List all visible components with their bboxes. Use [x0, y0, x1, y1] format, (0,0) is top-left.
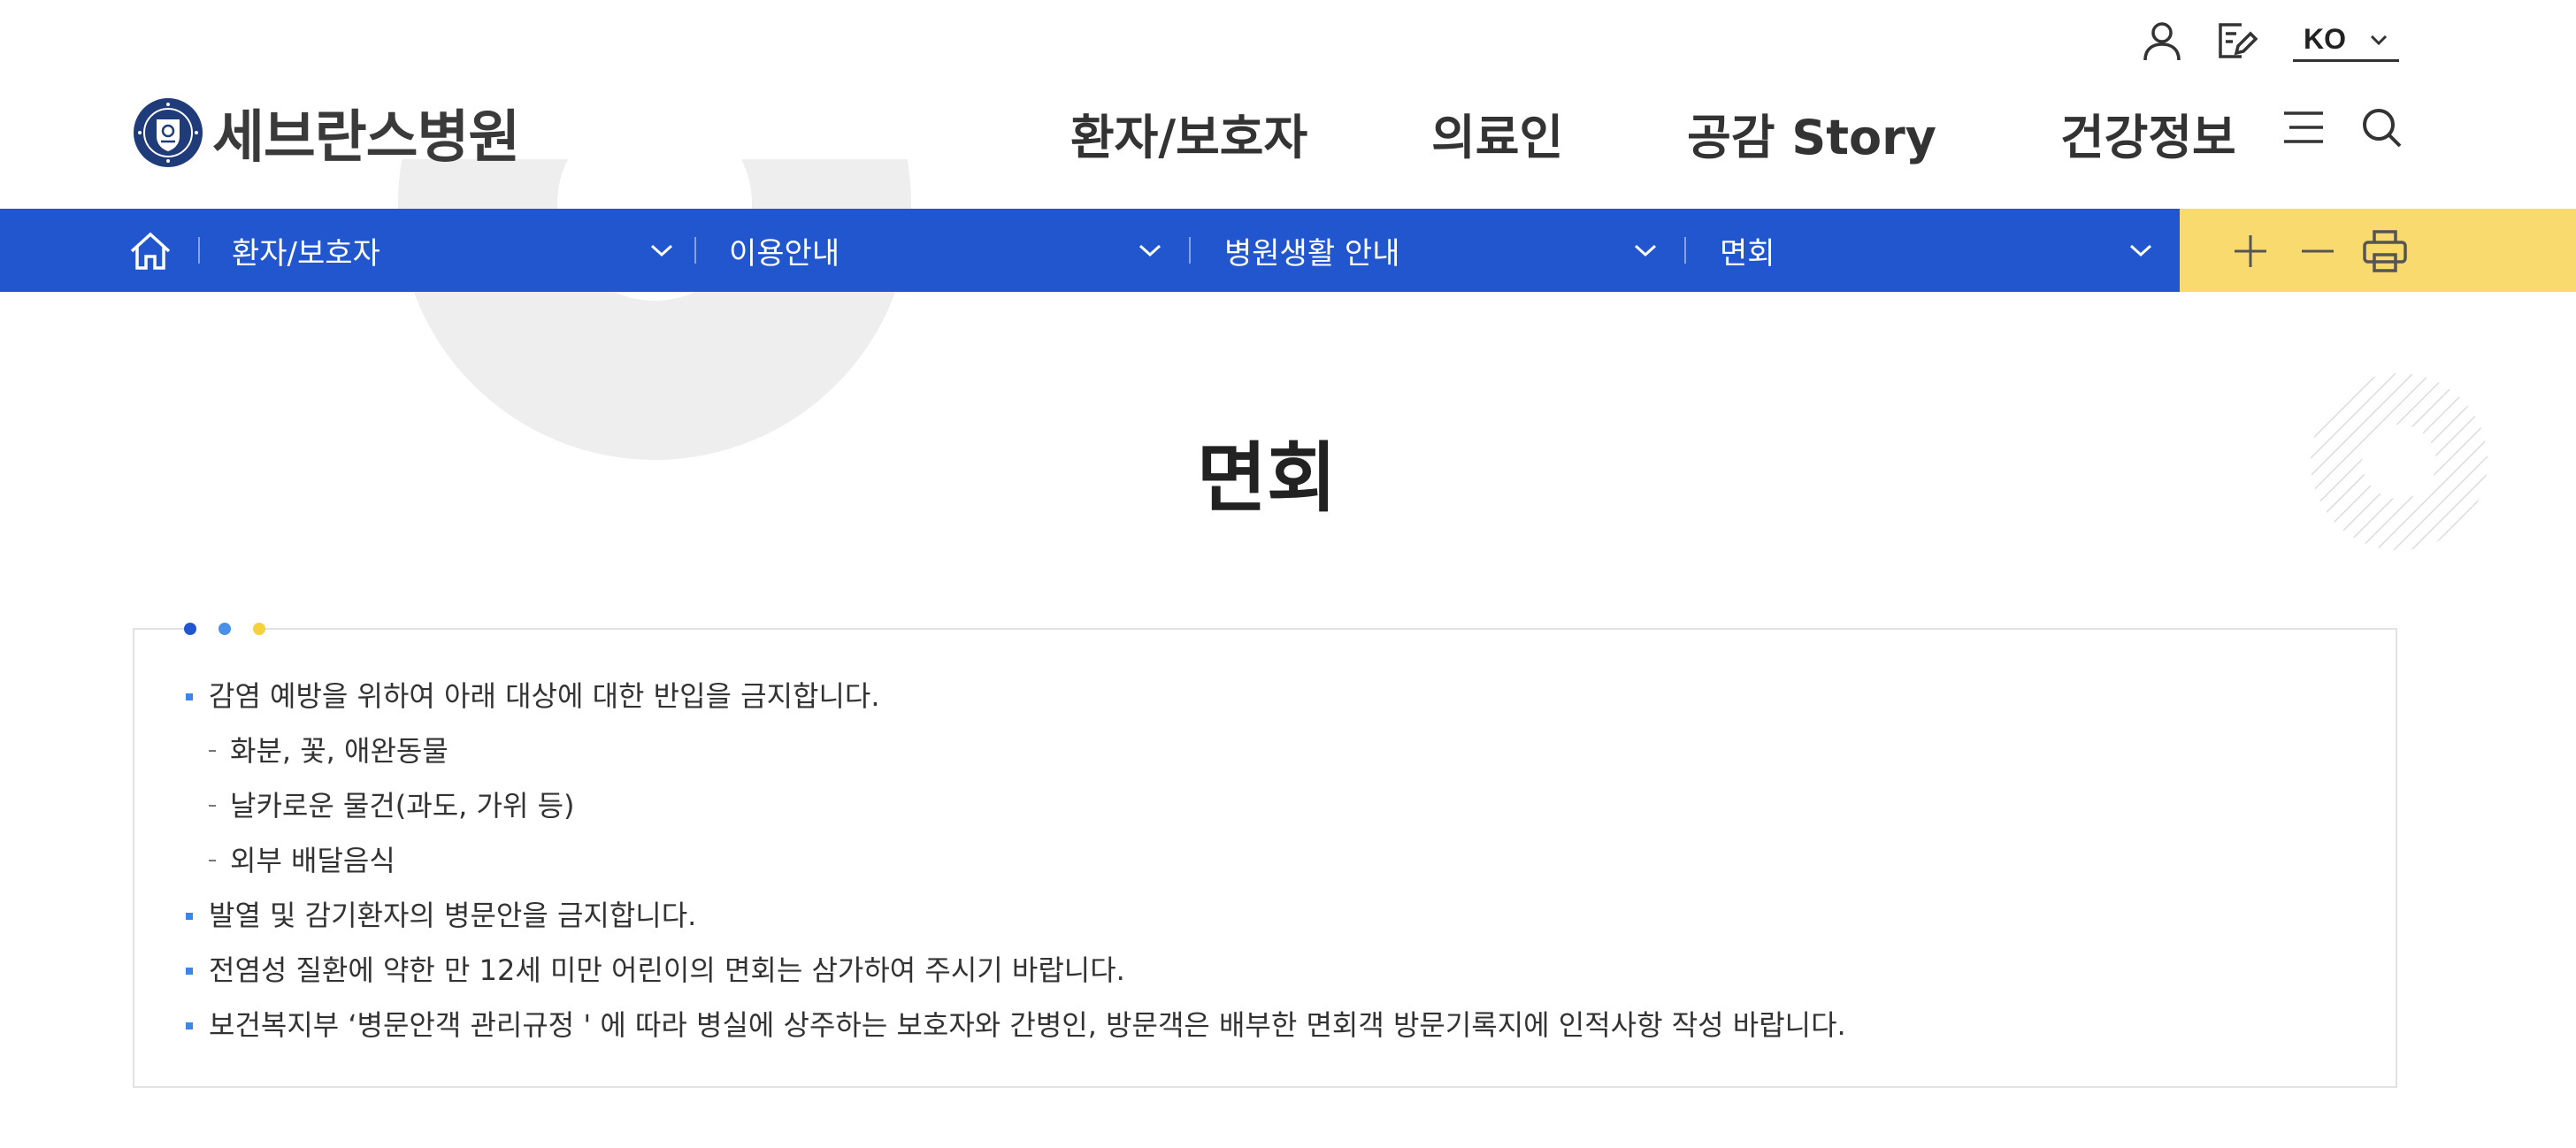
location-divider [1684, 237, 1686, 264]
list-subitem: 외부 배달음식 [186, 833, 1846, 888]
list-subitem: 날카로운 물건(과도, 가위 등) [186, 778, 1846, 833]
location-depth4[interactable]: 면회 [1720, 209, 2153, 292]
zoom-out-button[interactable] [2293, 226, 2342, 276]
main-navigation: 환자/보호자 의료인 공감 Story 건강정보 [1070, 96, 2236, 170]
nav-medical-staff[interactable]: 의료인 [1431, 98, 1563, 168]
yonsei-seal-logo [134, 98, 203, 167]
zoom-in-button[interactable] [2226, 226, 2275, 276]
language-select[interactable]: KO [2293, 19, 2399, 62]
hospital-name: 세브란스병원 [212, 105, 520, 171]
list-item: 발열 및 감기환자의 병문안을 금지합니다. [186, 888, 1846, 943]
location-depth3-label: 병원생활 안내 [1224, 235, 1400, 272]
list-item: 전염성 질환에 약한 만 12세 미만 어린이의 면회는 삼가하여 주시기 바랍… [186, 943, 1846, 998]
location-depth1[interactable]: 환자/보호자 [232, 209, 674, 292]
user-icon [2143, 22, 2181, 61]
dot-dark-blue [184, 623, 196, 635]
home-icon[interactable] [129, 232, 172, 271]
minus-icon [2302, 249, 2334, 253]
decorative-dots [184, 621, 265, 637]
nav-empathy-story[interactable]: 공감 Story [1687, 98, 1936, 168]
chevron-down-icon [2370, 34, 2388, 45]
page-tools [2180, 209, 2576, 292]
login-button[interactable] [2137, 16, 2187, 65]
search-icon[interactable] [2360, 106, 2403, 149]
location-divider [694, 237, 696, 264]
nav-patient-guardian[interactable]: 환자/보호자 [1070, 98, 1307, 168]
notice-list: 감염 예방을 위하여 아래 대상에 대한 반입을 금지합니다. 화분, 꽃, 애… [186, 669, 1846, 1052]
location-depth4-label: 면회 [1720, 235, 1775, 272]
location-depth2-label: 이용안내 [729, 235, 840, 272]
page-title: 면회 [1196, 434, 1338, 523]
dot-yellow [253, 623, 265, 635]
edit-note-icon [2219, 23, 2258, 58]
print-button[interactable] [2360, 226, 2410, 276]
header-tools [2282, 106, 2403, 149]
nav-health-info[interactable]: 건강정보 [2060, 98, 2236, 168]
location-depth2[interactable]: 이용안내 [729, 209, 1162, 292]
hospital-logo[interactable]: 세브란스병원 [133, 92, 520, 173]
location-bar: 환자/보호자 이용안내 병원생활 안내 면회 [0, 209, 2180, 292]
location-divider [1189, 237, 1191, 264]
chevron-down-icon [2129, 244, 2152, 257]
chevron-down-icon [1138, 244, 1162, 257]
location-depth3[interactable]: 병원생활 안내 [1224, 209, 1658, 292]
dot-light-blue [218, 623, 231, 635]
printer-icon [2363, 230, 2407, 272]
chevron-down-icon [1634, 244, 1657, 257]
list-item: 보건복지부 ‘병문안객 관리규정 ' 에 따라 병실에 상주하는 보호자와 간병… [186, 998, 1846, 1052]
plus-icon [2235, 235, 2266, 267]
hamburger-icon[interactable] [2282, 110, 2325, 145]
list-subitem: 화분, 꽃, 애완동물 [186, 723, 1846, 778]
location-depth1-label: 환자/보호자 [232, 235, 380, 272]
list-item: 감염 예방을 위하여 아래 대상에 대한 반입을 금지합니다. [186, 669, 1846, 723]
chevron-down-icon [650, 244, 673, 257]
language-label: KO [2304, 23, 2346, 55]
my-record-button[interactable] [2212, 16, 2261, 65]
utility-bar: KO [2112, 16, 2399, 65]
location-divider [198, 237, 200, 264]
